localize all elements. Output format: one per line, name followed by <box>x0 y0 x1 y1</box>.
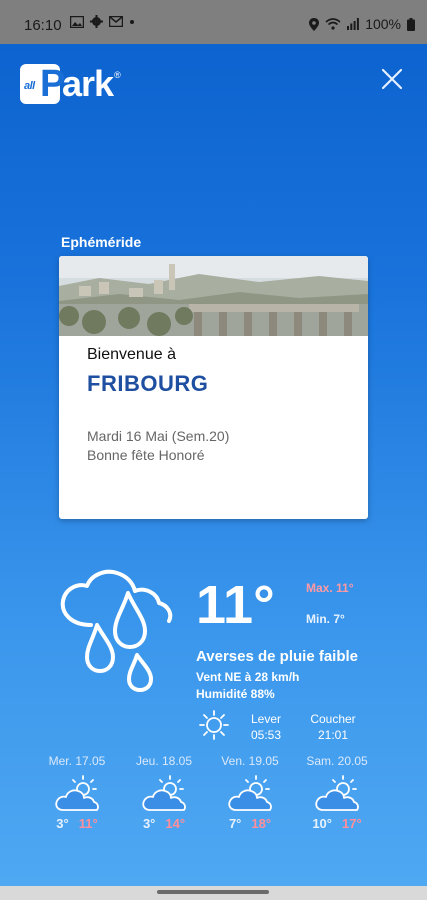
forecast-day: Ven. 19.05 7° 18° <box>215 754 285 831</box>
rain-showers-icon <box>60 569 173 692</box>
forecast-max: 17° <box>342 816 362 831</box>
current-temperature: 11° <box>196 575 275 635</box>
gear-icon <box>90 15 103 28</box>
location-icon <box>309 17 320 31</box>
forecast-date: Mer. 17.05 <box>48 754 106 768</box>
min-temperature: Min. 7° <box>306 612 345 626</box>
ephemeride-title: Ephéméride <box>61 234 142 250</box>
forecast-day: Jeu. 18.05 3° 14° <box>129 754 199 831</box>
close-icon[interactable] <box>381 68 403 90</box>
forecast-min: 3° <box>56 816 69 831</box>
forecast-date: Ven. 19.05 <box>221 754 279 768</box>
forecast-min: 7° <box>228 816 242 831</box>
weather-screen: all P ark ® Ephéméride Bienvenue à FRIBO… <box>0 44 427 886</box>
sunset-label: Coucher <box>310 712 356 726</box>
allpark-logo: all P ark ® <box>20 64 121 104</box>
partly-cloudy-icon <box>142 775 186 811</box>
forecast-date: Jeu. 18.05 <box>135 754 193 768</box>
status-time: 16:10 <box>24 17 62 34</box>
sunset: Coucher 21:01 <box>303 711 363 743</box>
ephemeride-card: Bienvenue à FRIBOURG Mardi 16 Mai (Sem.2… <box>59 256 368 519</box>
battery-percent: 100% <box>365 16 401 32</box>
sun-icon <box>199 710 229 740</box>
sunrise-time: 05:53 <box>250 728 282 742</box>
mail-icon <box>109 16 123 27</box>
forecast-max: 11° <box>78 816 98 831</box>
forecast-max: 14° <box>165 816 186 831</box>
humidity-info: Humidité 88% <box>196 687 275 701</box>
forecast-min: 10° <box>312 816 332 831</box>
status-bar: 16:10 100% <box>0 0 427 44</box>
sunrise-label: Lever <box>250 712 282 726</box>
welcome-text: Bienvenue à <box>87 346 176 363</box>
forecast-day: Sam. 20.05 10° 17° <box>302 754 372 831</box>
sunrise: Lever 05:53 <box>243 711 289 743</box>
wind-info: Vent NE à 28 km/h <box>196 670 300 684</box>
partly-cloudy-icon <box>315 775 359 811</box>
wifi-icon <box>325 18 341 30</box>
date-text: Mardi 16 Mai (Sem.20) <box>87 428 230 444</box>
forecast-date: Sam. 20.05 <box>306 754 368 768</box>
signal-icon <box>347 18 360 30</box>
image-icon <box>70 15 84 28</box>
weather-condition: Averses de pluie faible <box>196 648 359 665</box>
city-photo <box>59 256 368 336</box>
partly-cloudy-icon <box>228 775 272 811</box>
dot-icon <box>130 19 134 24</box>
forecast-max: 18° <box>251 816 272 831</box>
max-temperature: Max. 11° <box>306 581 354 595</box>
city-name: FRIBOURG <box>87 371 209 396</box>
forecast-min: 3° <box>142 816 156 831</box>
navigation-bar <box>0 886 427 900</box>
sunset-time: 21:01 <box>317 728 349 742</box>
battery-icon <box>407 17 415 31</box>
saint-day-text: Bonne fête Honoré <box>87 447 205 463</box>
forecast-day: Mer. 17.05 3° 11° <box>42 754 112 831</box>
home-gesture-bar[interactable] <box>157 890 269 894</box>
partly-cloudy-icon <box>55 775 99 811</box>
